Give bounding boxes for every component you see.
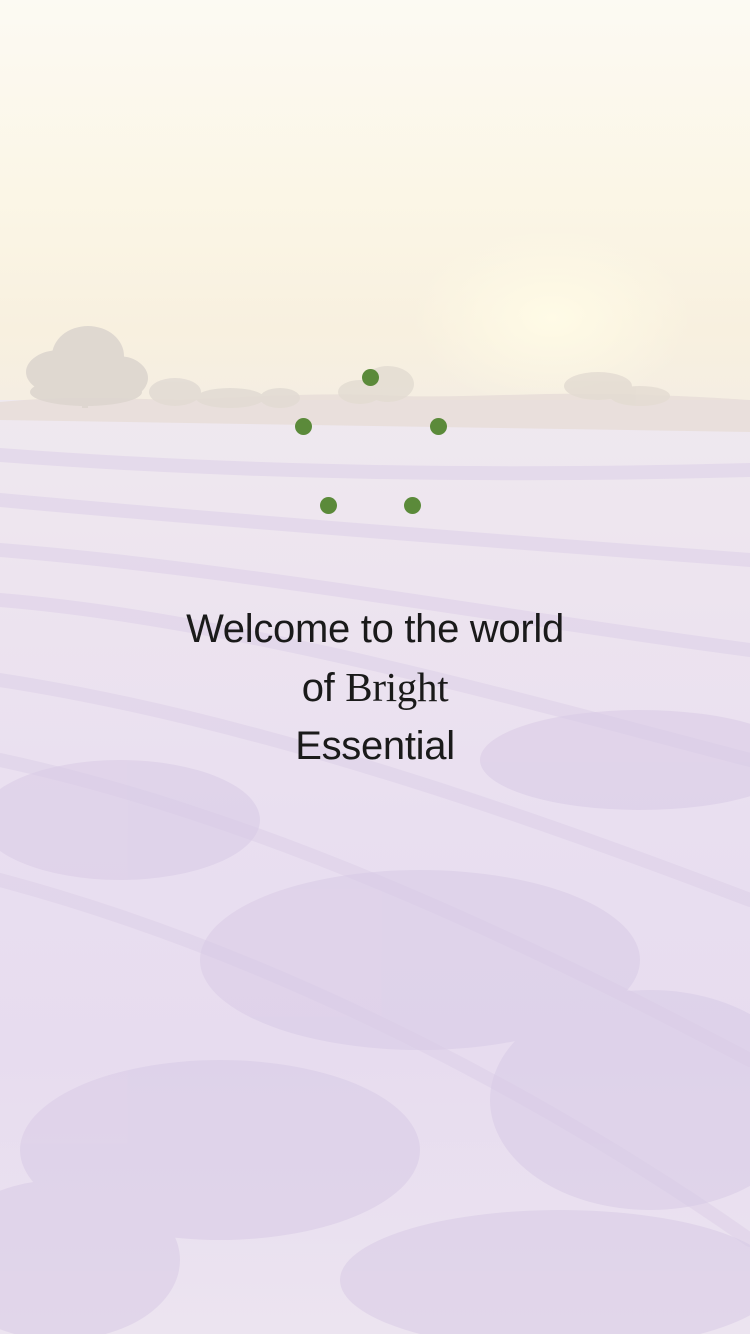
brand-name: Bright	[345, 664, 449, 710]
loading-spinner-icon	[0, 0, 750, 600]
welcome-line-2: of Bright	[0, 658, 750, 717]
welcome-prefix: of	[301, 666, 346, 710]
spinner-dot	[320, 497, 337, 514]
welcome-message: Welcome to the world of Bright Essential	[0, 600, 750, 775]
spinner-dot	[295, 418, 312, 435]
welcome-line-3: Essential	[295, 724, 455, 768]
spinner-dot	[362, 369, 379, 386]
welcome-line-1: Welcome to the world	[186, 607, 564, 651]
spinner-dot	[404, 497, 421, 514]
splash-screen: Welcome to the world of Bright Essential	[0, 0, 750, 1334]
spinner-dot	[430, 418, 447, 435]
